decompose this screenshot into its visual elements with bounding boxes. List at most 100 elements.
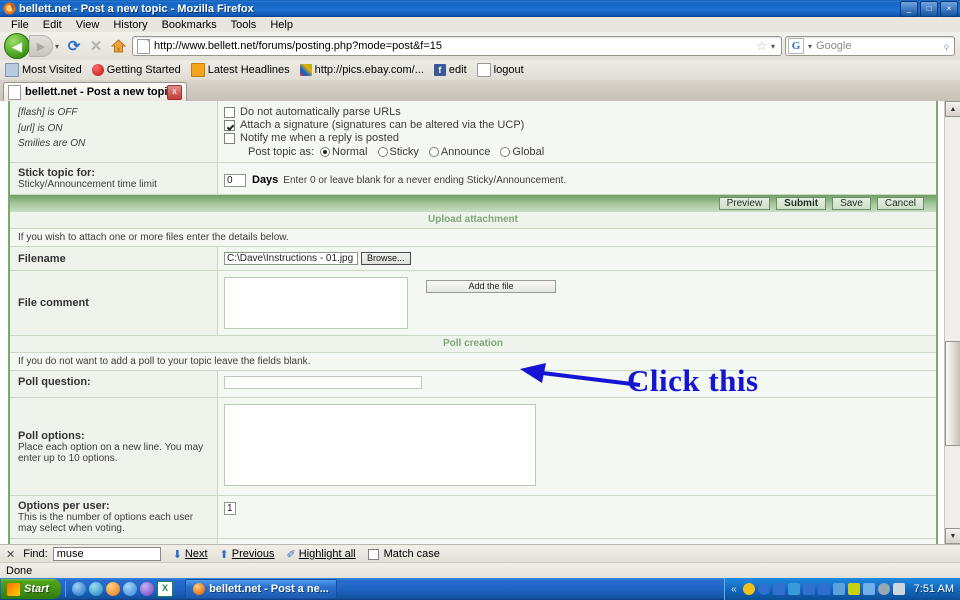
radio-announce[interactable]: [428, 147, 439, 157]
taskbar-clock[interactable]: 7:51 AM: [914, 583, 954, 595]
tray-icon-clock[interactable]: [877, 583, 890, 595]
forward-button-icon[interactable]: ▶: [29, 35, 53, 57]
find-label: Find:: [23, 548, 48, 560]
radio-global-label: Global: [512, 146, 545, 158]
row-options: [flash] is OFF [url] is ON Smilies are O…: [10, 101, 936, 163]
preview-button[interactable]: Preview: [718, 197, 771, 210]
stop-icon[interactable]: ✕: [85, 35, 107, 57]
tray-icon-battery[interactable]: [892, 583, 905, 595]
page-icon: [476, 63, 491, 77]
menu-file[interactable]: File: [4, 19, 36, 31]
close-button[interactable]: ×: [940, 1, 958, 17]
back-button-icon[interactable]: ◀: [4, 33, 30, 59]
menu-tools[interactable]: Tools: [224, 19, 264, 31]
menu-edit[interactable]: Edit: [36, 19, 69, 31]
options-per-user-input[interactable]: 1: [224, 502, 236, 515]
stick-topic-label-cell: Stick topic for: Sticky/Announcement tim…: [10, 163, 218, 194]
tray-icon-connection[interactable]: [787, 583, 800, 595]
highlight-all-button[interactable]: ✐ Highlight all: [287, 548, 356, 561]
browser-icon[interactable]: [89, 582, 104, 596]
scroll-up-button[interactable]: ▲: [945, 101, 960, 117]
google-icon[interactable]: G: [788, 38, 804, 54]
bookmark-edit[interactable]: f edit: [433, 64, 467, 76]
scroll-down-button[interactable]: ▼: [945, 528, 960, 544]
tray-icon-shield[interactable]: [742, 583, 755, 595]
tray-icon-volume-muted[interactable]: [772, 583, 785, 595]
checkbox[interactable]: [224, 119, 235, 131]
bookmark-getting-started[interactable]: Getting Started: [91, 64, 181, 76]
chevron-down-icon[interactable]: ▾: [55, 42, 59, 51]
option-attach-signature[interactable]: Attach a signature (signatures can be al…: [224, 119, 930, 131]
poll-options-label-cell: Poll options: Place each option on a new…: [10, 398, 218, 495]
find-input[interactable]: muse: [52, 547, 161, 561]
bookmark-label: Latest Headlines: [207, 64, 290, 76]
close-icon[interactable]: x: [167, 84, 182, 100]
tray-icon-sound[interactable]: [817, 583, 830, 595]
find-next-button[interactable]: ⬇ Next: [173, 548, 208, 561]
bookmark-star-icon[interactable]: ☆: [756, 39, 767, 53]
minimize-button[interactable]: _: [900, 1, 918, 17]
media-icon[interactable]: [140, 582, 155, 596]
stick-topic-days-input[interactable]: 0: [224, 173, 246, 187]
poll-question-input[interactable]: [224, 376, 422, 389]
bookmark-most-visited[interactable]: Most Visited: [5, 63, 82, 77]
menu-help[interactable]: Help: [263, 19, 300, 31]
bookmark-logout[interactable]: logout: [476, 63, 524, 77]
option-parse-urls[interactable]: Do not automatically parse URLs: [224, 106, 930, 118]
ie-icon[interactable]: [72, 582, 87, 596]
checkbox[interactable]: [224, 132, 235, 144]
tray-icon-monitor[interactable]: [832, 583, 845, 595]
window-title: bellett.net - Post a new topic - Mozilla…: [19, 2, 254, 15]
scrollbar-thumb[interactable]: [945, 341, 960, 446]
radio-normal[interactable]: [320, 147, 331, 157]
stick-topic-sub: Sticky/Announcement time limit: [18, 179, 157, 190]
url-dropdown-icon[interactable]: ▾: [771, 42, 775, 51]
bookmark-pics-ebay[interactable]: http://pics.ebay.com/...: [299, 64, 424, 76]
rss-feed-icon: [190, 63, 205, 77]
bookmark-latest-headlines[interactable]: Latest Headlines: [190, 63, 290, 77]
url-bar[interactable]: http://www.bellett.net/forums/posting.ph…: [132, 36, 782, 56]
checkbox[interactable]: [367, 548, 379, 560]
find-previous-button[interactable]: ⬆ Previous: [220, 548, 275, 561]
option-notify-reply[interactable]: Notify me when a reply is posted: [224, 132, 930, 144]
radio-global[interactable]: [500, 147, 511, 157]
options-per-user-label-cell: Options per user: This is the number of …: [10, 496, 218, 538]
form-actions-top: Preview Submit Save Cancel: [10, 195, 936, 212]
radio-sticky[interactable]: [377, 147, 388, 157]
match-case-toggle[interactable]: Match case: [367, 548, 440, 560]
app-icon[interactable]: [123, 582, 138, 596]
poll-options-textarea[interactable]: [224, 404, 536, 486]
tab-bellett-post-new-topic[interactable]: bellett.net - Post a new topic x: [3, 82, 187, 101]
maximize-button[interactable]: □: [920, 1, 938, 17]
bbcode-smilies: Smilies are ON: [18, 138, 86, 149]
tray-expand-icon[interactable]: «: [731, 584, 737, 595]
search-bar[interactable]: G ▾ Google ⌕: [785, 36, 955, 56]
menu-history[interactable]: History: [106, 19, 154, 31]
reload-icon[interactable]: ⟳: [63, 35, 85, 57]
firefox-icon: [3, 2, 16, 15]
search-engine-chevron-icon[interactable]: ▾: [808, 42, 812, 51]
search-input[interactable]: Google: [816, 40, 943, 52]
cancel-button[interactable]: Cancel: [876, 197, 924, 210]
find-next-label: Next: [184, 548, 208, 560]
home-icon[interactable]: [107, 35, 129, 57]
close-find-icon[interactable]: ✕: [6, 548, 15, 561]
save-button[interactable]: Save: [832, 197, 871, 210]
add-the-file-button[interactable]: Add the file: [426, 280, 556, 293]
tray-icon-link[interactable]: [862, 583, 875, 595]
filename-input[interactable]: C:\Dave\Instructions - 01.jpg: [224, 252, 358, 265]
firefox-icon[interactable]: [106, 582, 121, 596]
browse-button[interactable]: Browse...: [361, 252, 411, 265]
submit-button[interactable]: Submit: [776, 197, 827, 210]
vertical-scrollbar[interactable]: ▲ ▼: [944, 101, 960, 544]
taskbar-item-firefox[interactable]: bellett.net - Post a ne...: [185, 579, 337, 599]
start-button[interactable]: Start: [1, 579, 62, 599]
tray-icon-shield-green[interactable]: [847, 583, 860, 595]
tray-icon-network[interactable]: [757, 583, 770, 595]
file-comment-textarea[interactable]: [224, 277, 408, 329]
menu-bookmarks[interactable]: Bookmarks: [155, 19, 224, 31]
menu-view[interactable]: View: [69, 19, 107, 31]
tray-icon-volume[interactable]: [802, 583, 815, 595]
checkbox[interactable]: [224, 106, 235, 118]
excel-icon[interactable]: X: [157, 581, 174, 597]
